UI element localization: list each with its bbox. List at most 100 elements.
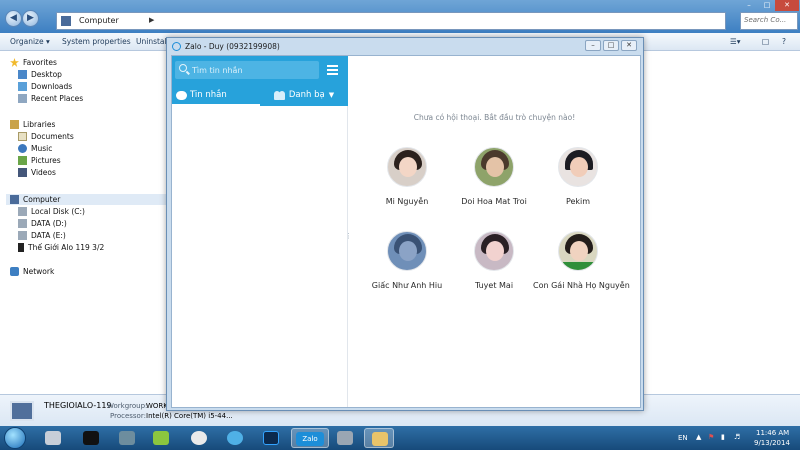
clock-time[interactable]: 11:46 AM — [756, 429, 789, 437]
app-icon — [119, 431, 135, 445]
zalo-logo-icon — [172, 42, 181, 51]
computer-icon — [10, 195, 19, 204]
pictures-icon — [18, 156, 27, 165]
address-bar[interactable]: Computer ▶ — [56, 12, 726, 30]
nav-documents[interactable]: Documents — [18, 132, 74, 141]
taskbar-app-explorer[interactable] — [364, 428, 394, 448]
help-icon[interactable]: ? — [782, 37, 786, 46]
chevron-right-icon[interactable]: ▶ — [149, 16, 154, 24]
taskbar-app-camera[interactable] — [330, 428, 360, 448]
back-button[interactable]: ◀ — [5, 10, 22, 27]
language-indicator[interactable]: EN — [678, 434, 688, 442]
app-icon — [191, 431, 207, 445]
contact-name: Mi Nguyễn — [385, 197, 429, 206]
clock-date[interactable]: 9/13/2014 — [754, 439, 790, 447]
nav-recent-places[interactable]: Recent Places — [18, 94, 83, 103]
message-search-box[interactable] — [175, 61, 319, 79]
nav-libraries[interactable]: Libraries — [10, 120, 55, 129]
taskbar-app-blackberry[interactable] — [76, 428, 106, 448]
contact-name: Tuyet Mai — [474, 281, 514, 290]
view-options-icon[interactable]: ☰▾ — [730, 37, 741, 46]
nav-network[interactable]: Network — [10, 267, 54, 276]
forward-button[interactable]: ▶ — [22, 10, 39, 27]
message-search-input[interactable] — [192, 63, 312, 77]
zalo-minimize-button[interactable]: – — [585, 40, 601, 51]
zalo-titlebar[interactable]: Zalo - Duy (0932199908) – □ ✕ — [167, 38, 643, 55]
nav-data-d[interactable]: DATA (D:) — [18, 219, 67, 228]
nav-phone-device[interactable]: Thế Giới Alo 119 3/2 — [18, 243, 104, 252]
zalo-close-button[interactable]: ✕ — [621, 40, 637, 51]
zalo-icon: Zalo — [296, 432, 324, 446]
uninstall-button[interactable]: Uninstall — [136, 37, 169, 46]
processor-value: Intel(R) Core(TM) i5-44... — [146, 412, 233, 420]
blackberry-icon — [83, 431, 99, 445]
zalo-restore-button[interactable]: □ — [603, 40, 619, 51]
avatar[interactable] — [474, 231, 514, 271]
contact-card[interactable]: Pekim — [533, 147, 623, 206]
avatar[interactable] — [387, 231, 427, 271]
nav-music[interactable]: Music — [18, 144, 52, 153]
explorer-maximize-button[interactable]: □ — [760, 0, 774, 11]
start-button[interactable] — [4, 427, 26, 449]
taskbar-app-3[interactable] — [112, 428, 142, 448]
address-text: Computer — [79, 16, 119, 25]
action-center-icon[interactable]: ⚑ — [708, 433, 714, 441]
contact-card[interactable]: Giấc Như Anh Hiu — [362, 231, 452, 290]
contact-card[interactable]: Tuyet Mai — [449, 231, 539, 290]
preview-pane-icon[interactable]: □ — [762, 37, 769, 46]
conversation-header: Tin nhắn Danh bạ ▼ — [172, 56, 348, 106]
hamburger-menu-icon[interactable] — [327, 65, 338, 75]
videos-icon — [18, 168, 27, 177]
taskbar-app-photoshop[interactable] — [256, 428, 286, 448]
taskbar-app-zalo[interactable]: Zalo — [291, 428, 329, 448]
explorer-minimize-button[interactable]: – — [740, 0, 758, 11]
contact-name: Doi Hoa Mat Troi — [461, 197, 527, 206]
network-icon — [10, 267, 19, 276]
nav-downloads[interactable]: Downloads — [18, 82, 72, 91]
taskbar: Zalo EN ▲ ⚑ ▮ ♬ 11:46 AM 9/13/2014 — [0, 426, 800, 450]
system-properties-button[interactable]: System properties — [62, 37, 131, 46]
desktop-icon — [18, 70, 27, 79]
tab-contacts[interactable]: Danh bạ ▼ — [260, 84, 348, 106]
phone-icon — [18, 243, 24, 252]
drive-icon — [18, 231, 27, 240]
nav-local-disk-c[interactable]: Local Disk (C:) — [18, 207, 85, 216]
avatar[interactable] — [558, 231, 598, 271]
contact-card[interactable]: Doi Hoa Mat Troi — [449, 147, 539, 206]
music-icon — [18, 144, 27, 153]
contact-card[interactable]: Con Gái Nhà Họ Nguyễn — [533, 231, 630, 290]
contact-name: Pekim — [565, 197, 591, 206]
zalo-window-title: Zalo - Duy (0932199908) — [185, 42, 280, 51]
explorer-search-input[interactable]: Search Co... — [740, 12, 798, 30]
contact-card[interactable]: Mi Nguyễn — [362, 147, 452, 206]
nav-favorites[interactable]: Favorites — [10, 58, 57, 67]
zalo-body: Tin nhắn Danh bạ ▼ ⋮ Chưa có hội thoại. … — [171, 55, 641, 408]
taskbar-app-5[interactable] — [184, 428, 214, 448]
chevron-down-icon: ▼ — [328, 91, 335, 99]
recent-places-icon — [18, 94, 27, 103]
organize-button[interactable]: Organize ▾ — [10, 37, 50, 46]
folder-icon — [372, 432, 388, 446]
avatar[interactable] — [558, 147, 598, 187]
network-signal-icon[interactable]: ▮ — [721, 433, 725, 441]
volume-icon[interactable]: ♬ — [734, 433, 740, 441]
navigation-pane: Favorites Desktop Downloads Recent Place… — [0, 52, 168, 394]
camera-icon — [337, 431, 353, 445]
nav-pictures[interactable]: Pictures — [18, 156, 61, 165]
search-icon — [179, 64, 187, 72]
avatar[interactable] — [387, 147, 427, 187]
tab-messages[interactable]: Tin nhắn — [172, 84, 260, 106]
contact-suggestions-panel: Chưa có hội thoại. Bắt đầu trò chuyện nà… — [349, 56, 640, 407]
itunes-icon — [227, 431, 243, 445]
taskbar-app-itunes[interactable] — [220, 428, 250, 448]
nav-videos[interactable]: Videos — [18, 168, 56, 177]
taskbar-app-m[interactable] — [146, 428, 176, 448]
explorer-titlebar: ◀ ▶ Computer ▶ Search Co... – □ ✕ — [0, 0, 800, 33]
taskbar-app-1[interactable] — [38, 428, 68, 448]
avatar[interactable] — [474, 147, 514, 187]
nav-computer[interactable]: Computer — [6, 194, 166, 205]
explorer-close-button[interactable]: ✕ — [775, 0, 799, 11]
nav-desktop[interactable]: Desktop — [18, 70, 62, 79]
show-hidden-icons-icon[interactable]: ▲ — [696, 433, 701, 441]
nav-data-e[interactable]: DATA (E:) — [18, 231, 66, 240]
